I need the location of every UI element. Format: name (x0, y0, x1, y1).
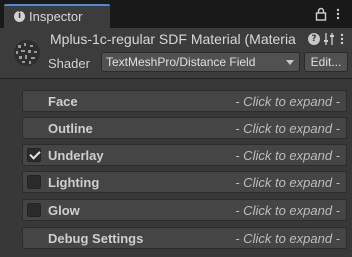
expand-hint: - Click to expand - (235, 203, 340, 218)
section-debug-settings[interactable]: Debug Settings - Click to expand - (22, 227, 347, 249)
tab-label: Inspector (29, 9, 83, 24)
more-options-icon[interactable] (339, 32, 345, 46)
material-header: Mplus-1c-regular SDF Material (Materia ?… (0, 28, 352, 78)
tab-bar: i Inspector (0, 0, 352, 28)
edit-shader-button[interactable]: Edit... (304, 52, 348, 72)
expand-hint: - Click to expand - (235, 148, 340, 163)
shader-dropdown[interactable]: TextMeshPro/Distance Field (101, 52, 300, 72)
preset-sliders-icon[interactable] (323, 32, 335, 46)
lock-icon[interactable] (315, 7, 327, 21)
expand-hint: - Click to expand - (235, 231, 340, 246)
shader-dropdown-value: TextMeshPro/Distance Field (106, 55, 256, 69)
section-label: Lighting (48, 175, 100, 190)
lighting-toggle-checkbox[interactable] (27, 175, 41, 189)
section-glow[interactable]: Glow - Click to expand - (22, 199, 347, 221)
tab-inspector[interactable]: i Inspector (4, 4, 110, 28)
section-label: Underlay (48, 148, 104, 163)
material-preview-icon (14, 40, 40, 66)
help-icon[interactable]: ? (308, 33, 320, 45)
underlay-toggle-checkbox[interactable] (27, 148, 41, 162)
info-icon: i (14, 11, 25, 22)
expand-hint: - Click to expand - (235, 121, 340, 136)
expand-hint: - Click to expand - (235, 175, 340, 190)
material-sections: Face - Click to expand - Outline - Click… (0, 79, 352, 257)
expand-hint: - Click to expand - (235, 94, 340, 109)
kebab-menu-icon[interactable] (333, 8, 343, 20)
chevron-down-icon (286, 60, 294, 65)
section-face[interactable]: Face - Click to expand - (22, 90, 347, 112)
section-label: Debug Settings (48, 231, 144, 246)
shader-label: Shader (48, 56, 90, 71)
section-lighting[interactable]: Lighting - Click to expand - (22, 171, 347, 193)
section-label: Outline (48, 121, 93, 136)
material-title: Mplus-1c-regular SDF Material (Materia (50, 31, 296, 47)
section-outline[interactable]: Outline - Click to expand - (22, 117, 347, 139)
section-label: Face (48, 94, 78, 109)
section-label: Glow (48, 203, 80, 218)
glow-toggle-checkbox[interactable] (27, 203, 41, 217)
section-underlay[interactable]: Underlay - Click to expand - (22, 144, 347, 166)
